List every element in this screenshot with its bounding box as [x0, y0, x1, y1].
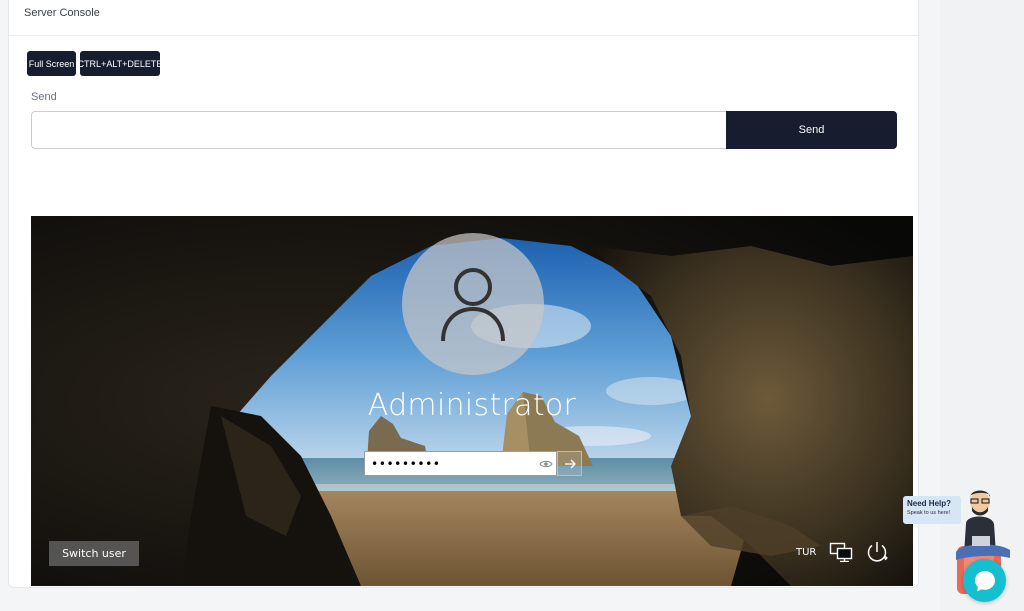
password-input[interactable] — [364, 451, 557, 476]
submit-login-button[interactable] — [557, 451, 582, 476]
user-avatar — [402, 233, 544, 375]
need-help-subtitle: Speak to us here! — [907, 510, 951, 516]
live-chat-button[interactable] — [963, 559, 1006, 602]
password-field-group — [364, 451, 582, 476]
power-options-icon[interactable] — [865, 540, 889, 564]
switch-user-button[interactable]: Switch user — [49, 541, 139, 566]
reveal-password-eye-icon[interactable] — [539, 457, 553, 471]
card-header: Server Console — [9, 0, 918, 36]
ctrl-alt-delete-button[interactable]: CTRL+ALT+DELETE — [78, 51, 162, 76]
login-username: Administrator — [367, 388, 577, 423]
remote-console-screen[interactable]: Administrator Switch user TUR — [31, 216, 913, 586]
network-icon[interactable] — [829, 542, 853, 562]
send-text-input[interactable] — [31, 111, 727, 149]
chat-bubble-icon — [974, 570, 995, 591]
need-help-title: Need Help? — [907, 499, 952, 508]
card-title: Server Console — [24, 7, 100, 19]
send-label: Send — [31, 91, 57, 103]
user-icon — [441, 268, 505, 342]
server-console-card: Server Console Full Screen CTRL+ALT+DELE… — [8, 0, 919, 588]
full-screen-button[interactable]: Full Screen — [27, 51, 76, 76]
arrow-right-icon — [564, 459, 576, 468]
language-indicator[interactable]: TUR — [796, 547, 816, 558]
send-button[interactable]: Send — [726, 111, 897, 149]
